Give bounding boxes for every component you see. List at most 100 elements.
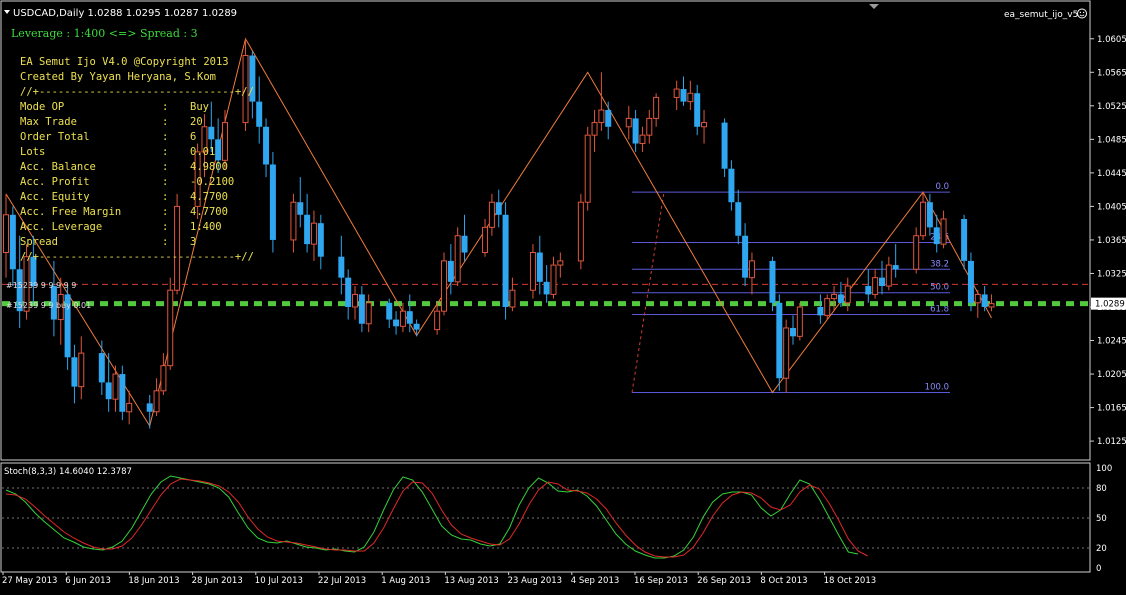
candle-body [872,277,879,295]
price-tick-label: 1.0605 [1097,35,1126,45]
candle-body [393,319,400,327]
price-tick-label: 1.0525 [1097,102,1126,112]
info-row-colon: : [162,236,168,248]
order-label-2[interactable]: #15239 9 9 buy 0.01 [6,301,91,310]
time-tick-label: 13 Aug 2013 [444,576,498,586]
time-tick-label: 1 Aug 2013 [381,576,430,586]
symbol-info: USDCAD,Daily 1.0288 1.0295 1.0287 1.0289 [13,8,237,19]
candle-body [529,252,536,291]
candle-body [365,302,372,325]
price-tick-label: 1.0205 [1097,370,1126,380]
price-axis[interactable]: 1.0605 1.0565 1.0525 1.0485 1.0445 1.0405 1.03… [1090,35,1126,574]
candle-body [790,327,797,337]
candle-body [543,281,550,295]
chart-canvas[interactable]: 0.023.638.250.061.8100.0 1.06051.05651.0… [0,0,1126,591]
candle-body [577,201,584,262]
time-tick-label: 23 Aug 2013 [508,576,562,586]
stochastic-tick-label: 50 [1096,514,1107,524]
candle-body [215,139,222,161]
price-tick-label: 1.0245 [1097,337,1126,347]
info-row-colon: : [162,161,168,173]
candle-body [865,286,872,295]
candle-body [913,235,920,270]
candle-body [885,264,892,287]
time-tick-label: 18 Oct 2013 [824,576,877,586]
candle-body [406,311,413,324]
candle-body [605,110,612,127]
stochastic-label: Stoch(8,3,3) 14.6040 12.3787 [4,467,132,477]
candle-body [495,202,502,215]
info-row-value: 1:400 [190,221,222,233]
candle-body [119,374,126,412]
time-tick-label: 22 Jul 2013 [318,576,366,586]
order-label-1[interactable]: #15239 9 9 9 9 9 [6,281,76,290]
info-row-label: Acc. Free Margin [20,206,121,218]
candle-body [3,214,9,254]
candle-body [824,298,831,316]
candle-body [584,134,591,203]
info-row-colon: : [162,176,168,188]
time-tick-label: 4 Sep 2013 [571,576,619,586]
candle [269,151,276,253]
fib-level-label: 100.0 [925,382,949,392]
candle [502,202,509,320]
candle-body [290,201,297,241]
candle-body [317,223,324,257]
info-row-label: Acc. Leverage [20,221,102,233]
candle-body [386,302,393,320]
candle-body [557,260,564,266]
stochastic-tick-label: 100 [1096,464,1112,474]
info-row-label: Lots [20,146,45,158]
info-row-label: Mode OP [20,101,64,113]
candle [167,277,174,370]
candle-body [974,293,981,304]
candle-body [310,222,317,245]
candle-body [632,118,639,144]
candle-body [892,265,899,270]
candle-body [926,202,933,228]
info-created-by: Created By Yayan Heryana, S.Kom [20,71,216,83]
time-tick-label: 10 Jul 2013 [255,576,303,586]
price-tick-label: 1.0165 [1097,404,1126,414]
info-row-label: Acc. Balance [20,161,96,173]
candle-body [817,306,824,316]
ea-name[interactable]: ea_semut_ijo_v5 [1004,10,1078,20]
candle-body [940,218,947,245]
candle-body [831,293,838,300]
candle-body [105,382,112,400]
candle-body [160,365,167,392]
candle-body [71,357,78,387]
stochastic-tick-label: 20 [1096,544,1107,554]
candle-body [352,293,359,308]
candle-body [488,201,495,228]
info-row-value: 20 [190,116,203,128]
candle-body [208,126,215,140]
candle-body [920,201,927,237]
candle-body [687,92,694,103]
candle-body [338,256,345,278]
info-row-value: 3 [190,236,196,248]
candle [440,252,447,316]
candle-body [625,117,632,128]
candle-body [454,235,461,283]
time-axis[interactable]: 27 May 2013 6 Jun 2013 18 Jun 2013 28 Jun 2… [2,572,876,586]
candle [64,286,71,370]
candle-body [167,289,174,367]
candle [776,294,783,391]
candle-body [263,126,270,165]
info-row-colon: : [162,146,168,158]
candle-body [221,122,228,161]
candle-body [742,235,749,278]
stochastic-tick-label: 0 [1096,564,1101,574]
info-row-colon: : [162,206,168,218]
fib-level-label: 0.0 [935,182,949,192]
info-row-label: Max Trade [20,116,77,128]
candle-body [447,260,454,282]
candle-body [967,260,974,303]
candle-body [783,327,790,379]
candle-body [728,168,735,203]
price-tick-label: 1.0325 [1097,269,1126,279]
candle-body [673,88,680,98]
candle [796,302,803,341]
time-tick-label: 27 May 2013 [2,576,57,586]
